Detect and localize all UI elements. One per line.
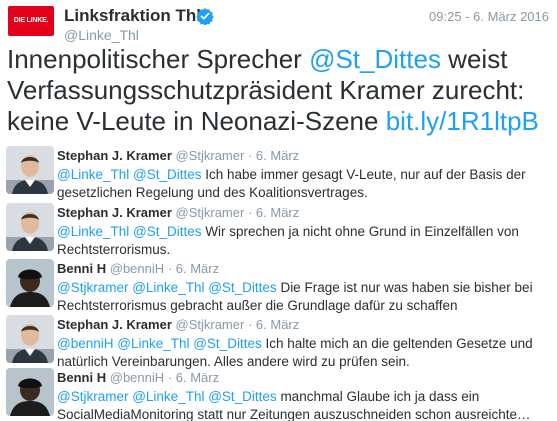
reply-mentions[interactable]: @Stjkramer @Linke_Thl @St_Dittes (57, 389, 277, 404)
reply-author-handle[interactable]: @Stjkramer (176, 205, 245, 220)
separator-dot: · (247, 317, 253, 332)
avatar[interactable] (6, 146, 54, 194)
reply-text: @Linke_Thl @St_Dittes Wir sprechen ja ni… (57, 223, 553, 259)
separator-dot: · (247, 148, 253, 163)
reply-author-name[interactable]: Stephan J. Kramer (57, 317, 172, 332)
avatar[interactable] (6, 259, 54, 307)
separator-dot: · (167, 261, 173, 276)
reply-author-name[interactable]: Benni H (57, 261, 106, 276)
reply-author-name[interactable]: Stephan J. Kramer (57, 148, 172, 163)
verified-badge-icon (196, 8, 214, 25)
tweet-timestamp[interactable]: 09:25 - 6. März 2016 (429, 9, 549, 24)
tweet-link[interactable]: bit.ly/1R1ltpB (386, 106, 539, 136)
reply-author-handle[interactable]: @benniH (110, 370, 164, 385)
reply-header: Benni H @benniH · 6. März (57, 370, 219, 385)
reply-date[interactable]: 6. März (176, 261, 219, 276)
reply-author-name[interactable]: Benni H (57, 370, 106, 385)
separator-dot: · (167, 370, 173, 385)
reply-author-handle[interactable]: @benniH (110, 261, 164, 276)
reply-text: @Stjkramer @Linke_Thl @St_Dittes Die Fra… (57, 279, 553, 315)
separator-dot: · (247, 205, 253, 220)
reply-text: @Linke_Thl @St_Dittes Ich habe immer ges… (57, 166, 553, 202)
account-logo[interactable]: DIE LINKE. (8, 6, 54, 36)
reply-author-handle[interactable]: @Stjkramer (176, 317, 245, 332)
reply-header: Stephan J. Kramer @Stjkramer · 6. März (57, 148, 299, 163)
avatar[interactable] (6, 368, 54, 416)
reply-text: @Stjkramer @Linke_Thl @St_Dittes manchma… (57, 388, 553, 421)
tweet-text: Innenpolitischer Sprecher @St_Dittes wei… (7, 44, 555, 137)
tweet-mention[interactable]: @St_Dittes (309, 44, 441, 74)
reply-date[interactable]: 6. März (256, 148, 299, 163)
tweet-text-part: Innenpolitischer Sprecher (7, 44, 310, 74)
logo-text: DIE LINKE. (13, 17, 49, 24)
reply-date[interactable]: 6. März (256, 205, 299, 220)
display-name[interactable]: Linksfraktion Thl (64, 6, 201, 26)
avatar[interactable] (6, 203, 54, 251)
reply-author-name[interactable]: Stephan J. Kramer (57, 205, 172, 220)
reply-mentions[interactable]: @Linke_Thl @St_Dittes (57, 224, 201, 239)
reply-header: Benni H @benniH · 6. März (57, 261, 219, 276)
reply-header: Stephan J. Kramer @Stjkramer · 6. März (57, 205, 299, 220)
reply-text: @benniH @Linke_Thl @St_Dittes Ich halte … (57, 335, 553, 371)
account-handle[interactable]: @Linke_Thl (64, 27, 139, 43)
reply-author-handle[interactable]: @Stjkramer (176, 148, 245, 163)
avatar[interactable] (6, 315, 54, 363)
reply-date[interactable]: 6. März (256, 317, 299, 332)
tweet-header: DIE LINKE. Linksfraktion Thl @Linke_Thl … (0, 0, 557, 44)
reply-date[interactable]: 6. März (176, 370, 219, 385)
reply-mentions[interactable]: @Linke_Thl @St_Dittes (57, 167, 201, 182)
reply-mentions[interactable]: @Stjkramer @Linke_Thl @St_Dittes (57, 280, 277, 295)
reply-mentions[interactable]: @benniH @Linke_Thl @St_Dittes (57, 336, 262, 351)
reply-header: Stephan J. Kramer @Stjkramer · 6. März (57, 317, 299, 332)
